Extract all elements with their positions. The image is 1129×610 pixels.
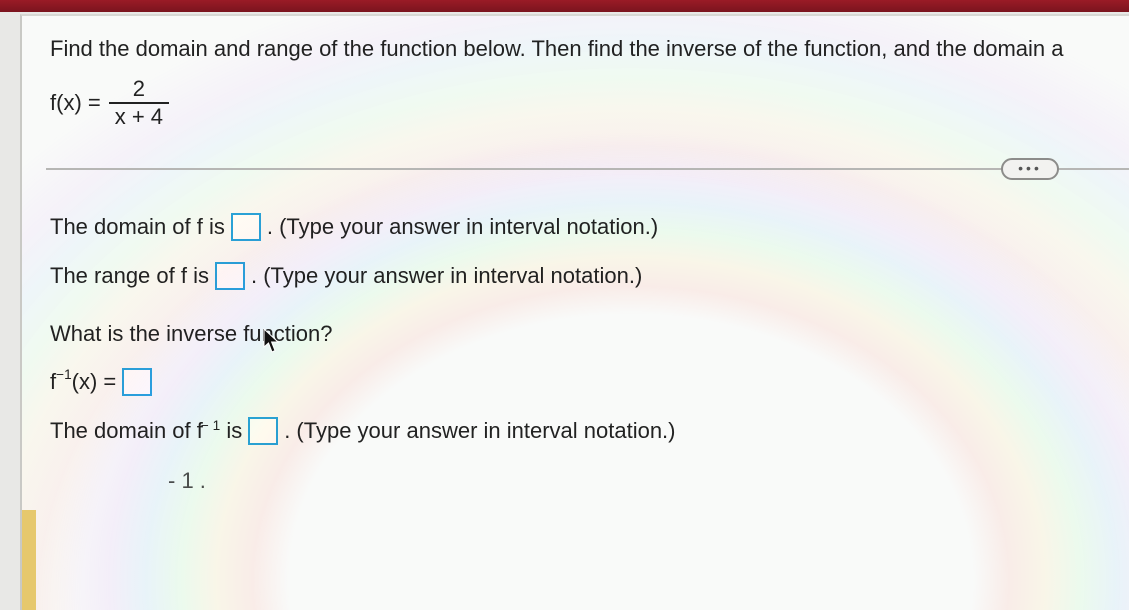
range-f-label: The range of f is [50,261,209,291]
domain-f-input[interactable] [231,213,261,241]
domain-f-label: The domain of f is [50,212,225,242]
inverse-function-row: f−1(x) = [50,367,1129,397]
numerator: 2 [127,78,151,102]
inverse-question: What is the inverse function? [50,319,1129,349]
range-f-hint: . (Type your answer in interval notation… [251,261,642,291]
range-f-row: The range of f is . (Type your answer in… [50,261,1129,291]
domain-inverse-hint: . (Type your answer in interval notation… [284,416,675,446]
formula-lhs: f(x) = [50,88,101,118]
domain-f-hint: . (Type your answer in interval notation… [267,212,658,242]
domain-inverse-input[interactable] [248,417,278,445]
question-prompt: Find the domain and range of the functio… [50,34,1129,64]
truncated-row: — - 1 . [50,466,1129,496]
formula-fraction: 2 x + 4 [109,78,169,128]
function-definition: f(x) = 2 x + 4 [50,78,1129,128]
range-f-input[interactable] [215,262,245,290]
page-edge-tab [22,510,36,610]
inverse-function-input[interactable] [122,368,152,396]
domain-inverse-label: The domain of f− 1 is [50,416,242,446]
divider [46,168,1129,170]
window-accent-bar [0,0,1129,12]
denominator: x + 4 [109,104,169,128]
truncated-text: - 1 . [168,466,206,496]
domain-f-row: The domain of f is . (Type your answer i… [50,212,1129,242]
domain-inverse-row: The domain of f− 1 is . (Type your answe… [50,416,1129,446]
more-button[interactable]: ••• [1001,158,1059,180]
inverse-lhs: f−1(x) = [50,367,116,397]
question-panel: Find the domain and range of the functio… [20,14,1129,610]
